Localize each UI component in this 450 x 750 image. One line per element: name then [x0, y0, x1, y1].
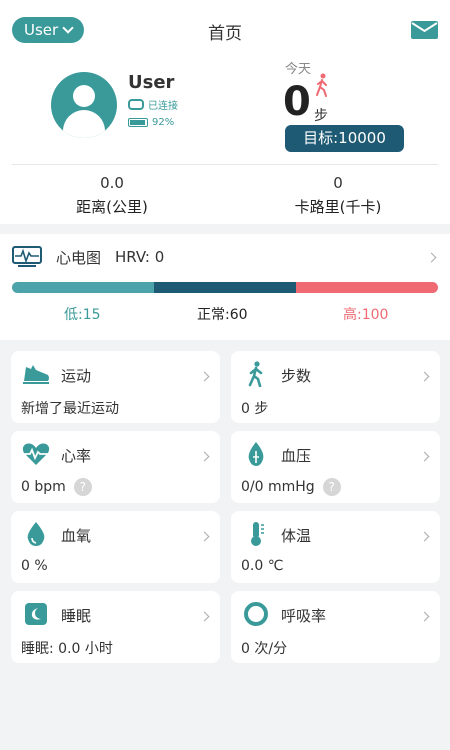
- blood-oxygen-value: 0 %: [21, 558, 48, 574]
- today-steps: 0: [283, 79, 311, 125]
- blood-oxygen-title: 血氧: [61, 527, 92, 545]
- heart-rate-title: 心率: [61, 447, 92, 465]
- stats-row: 0.0 距离(公里) 0 卡路里(千卡): [0, 174, 450, 224]
- user-name: User: [128, 72, 175, 93]
- oxygen-drop-icon: [27, 522, 45, 546]
- header: User 首页: [0, 0, 450, 56]
- ecg-monitor-icon: [12, 246, 42, 267]
- battery-label: 92%: [152, 117, 175, 128]
- heart-rate-card[interactable]: 心率 0 bpm?: [11, 431, 220, 503]
- temperature-title: 体温: [281, 527, 312, 545]
- help-icon[interactable]: ?: [322, 478, 341, 496]
- section-separator: [0, 224, 450, 234]
- ecg-range-bar: [12, 282, 438, 293]
- chevron-right-icon: [199, 611, 210, 622]
- chevron-right-icon: [419, 531, 430, 542]
- battery-status: 92%: [128, 117, 174, 128]
- today-steps-unit: 步: [314, 108, 328, 124]
- heart-rate-value: 0 bpm: [21, 479, 66, 495]
- respiration-card[interactable]: 呼吸率 0 次/分: [231, 591, 440, 663]
- chevron-right-icon: [199, 531, 210, 542]
- ecg-hrv: HRV: 0: [115, 248, 165, 266]
- distance-value: 0.0: [100, 174, 124, 192]
- sport-title: 运动: [61, 367, 92, 385]
- chevron-right-icon: [419, 611, 430, 622]
- mail-icon[interactable]: [411, 21, 438, 39]
- chevron-right-icon: [419, 451, 430, 462]
- calorie-label: 卡路里(千卡): [294, 198, 382, 216]
- blood-pressure-card[interactable]: 血压 0/0 mmHg?: [231, 431, 440, 503]
- blood-drop-icon: [248, 442, 264, 466]
- connection-label: 已连接: [148, 101, 178, 112]
- page-title: 首页: [208, 24, 242, 44]
- temperature-value: 0.0 ℃: [241, 558, 284, 574]
- blood-pressure-title: 血压: [281, 447, 312, 465]
- heart-rate-value-row: 0 bpm?: [21, 478, 92, 496]
- respiration-value: 0 次/分: [241, 641, 288, 657]
- sleep-value: 睡眠: 0.0 小时: [21, 641, 113, 657]
- distance-label: 距离(公里): [76, 198, 148, 216]
- ecg-header: 心电图 HRV: 0: [12, 244, 164, 270]
- walk-icon: [248, 361, 263, 387]
- avatar[interactable]: [51, 72, 117, 138]
- shoe-icon: [23, 365, 49, 384]
- steps-card[interactable]: 步数 0 步: [231, 351, 440, 423]
- help-icon[interactable]: ?: [73, 478, 92, 496]
- battery-icon: [128, 118, 148, 127]
- today-label: 今天: [285, 62, 312, 77]
- steps-value: 0 步: [241, 401, 269, 417]
- range-normal-label: 正常:60: [197, 307, 248, 323]
- steps-title: 步数: [281, 367, 312, 385]
- chevron-right-icon: [426, 252, 437, 263]
- divider: [12, 164, 438, 165]
- breath-ring-icon: [244, 602, 268, 626]
- blood-pressure-value-row: 0/0 mmHg?: [241, 478, 341, 496]
- chevron-right-icon: [199, 451, 210, 462]
- ecg-section[interactable]: 心电图 HRV: 0 低:15 正常:60 高:100: [0, 234, 450, 340]
- watch-icon: [128, 99, 144, 110]
- walking-person-icon: [316, 73, 327, 97]
- blood-pressure-value: 0/0 mmHg: [241, 479, 315, 495]
- distance-stat: 0.0 距离(公里): [12, 174, 212, 217]
- sleep-card[interactable]: 睡眠 睡眠: 0.0 小时: [11, 591, 220, 663]
- top-panel: User 首页 User 已连接 92% 今天 0 步 目标:10000 0.0…: [0, 0, 450, 340]
- profile-section: User 已连接 92% 今天 0 步 目标:10000: [0, 56, 450, 164]
- sport-card[interactable]: 运动 新增了最近运动: [11, 351, 220, 423]
- step-goal-button[interactable]: 目标:10000: [285, 125, 404, 152]
- calorie-value: 0: [333, 174, 343, 192]
- thermometer-icon: [251, 522, 264, 546]
- range-low-segment: [12, 282, 154, 293]
- range-high-segment: [296, 282, 438, 293]
- chevron-right-icon: [199, 371, 210, 382]
- chevron-right-icon: [419, 371, 430, 382]
- respiration-title: 呼吸率: [281, 607, 327, 625]
- sleep-title: 睡眠: [61, 607, 92, 625]
- avatar-body: [63, 110, 105, 138]
- calorie-stat: 0 卡路里(千卡): [238, 174, 438, 217]
- ecg-title: 心电图: [56, 248, 102, 267]
- temperature-card[interactable]: 体温 0.0 ℃: [231, 511, 440, 583]
- sleep-icon: [25, 603, 47, 625]
- blood-oxygen-card[interactable]: 血氧 0 %: [11, 511, 220, 583]
- sport-value: 新增了最近运动: [21, 401, 119, 417]
- range-low-label: 低:15: [64, 307, 101, 323]
- range-normal-segment: [154, 282, 296, 293]
- connection-status: 已连接: [128, 97, 178, 112]
- range-high-label: 高:100: [343, 307, 389, 323]
- heart-rate-icon: [22, 443, 50, 465]
- avatar-head: [73, 85, 95, 107]
